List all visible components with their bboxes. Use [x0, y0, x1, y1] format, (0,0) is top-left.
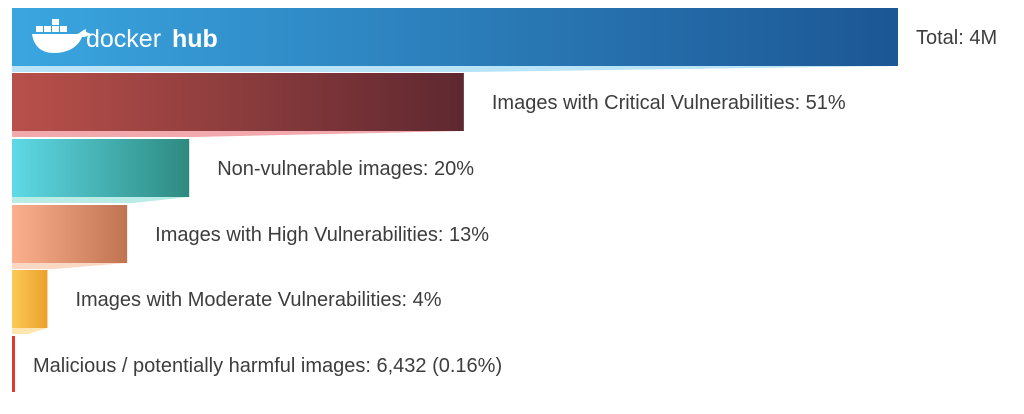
bar-label-2: Non-vulnerable images: 20% — [217, 158, 474, 180]
vulnerability-chart: docker hub Total: 4M Images with Critical… — [12, 8, 997, 392]
bar-shadow-4 — [12, 328, 48, 334]
bar-shadow-3 — [12, 263, 128, 269]
bar-label-5: Malicious / potentially harmful images: … — [33, 355, 502, 377]
bar-shadow-2 — [12, 197, 190, 203]
logo-text-hub: hub — [172, 25, 218, 53]
bar-4 — [12, 270, 48, 328]
bar-shadow-1 — [12, 131, 464, 137]
bar-3 — [12, 205, 128, 263]
bar-label-3: Images with High Vulnerabilities: 13% — [155, 224, 489, 246]
bar-2 — [12, 139, 190, 197]
bar-shadow-0 — [12, 66, 898, 72]
logo-text-docker: docker — [86, 25, 161, 53]
bar-1 — [12, 73, 464, 131]
bar-label-1: Images with Critical Vulnerabilities: 51… — [492, 92, 846, 114]
bar-5 — [12, 336, 15, 392]
bar-label-0: Total: 4M — [916, 27, 997, 49]
bar-label-4: Images with Moderate Vulnerabilities: 4% — [75, 289, 441, 311]
